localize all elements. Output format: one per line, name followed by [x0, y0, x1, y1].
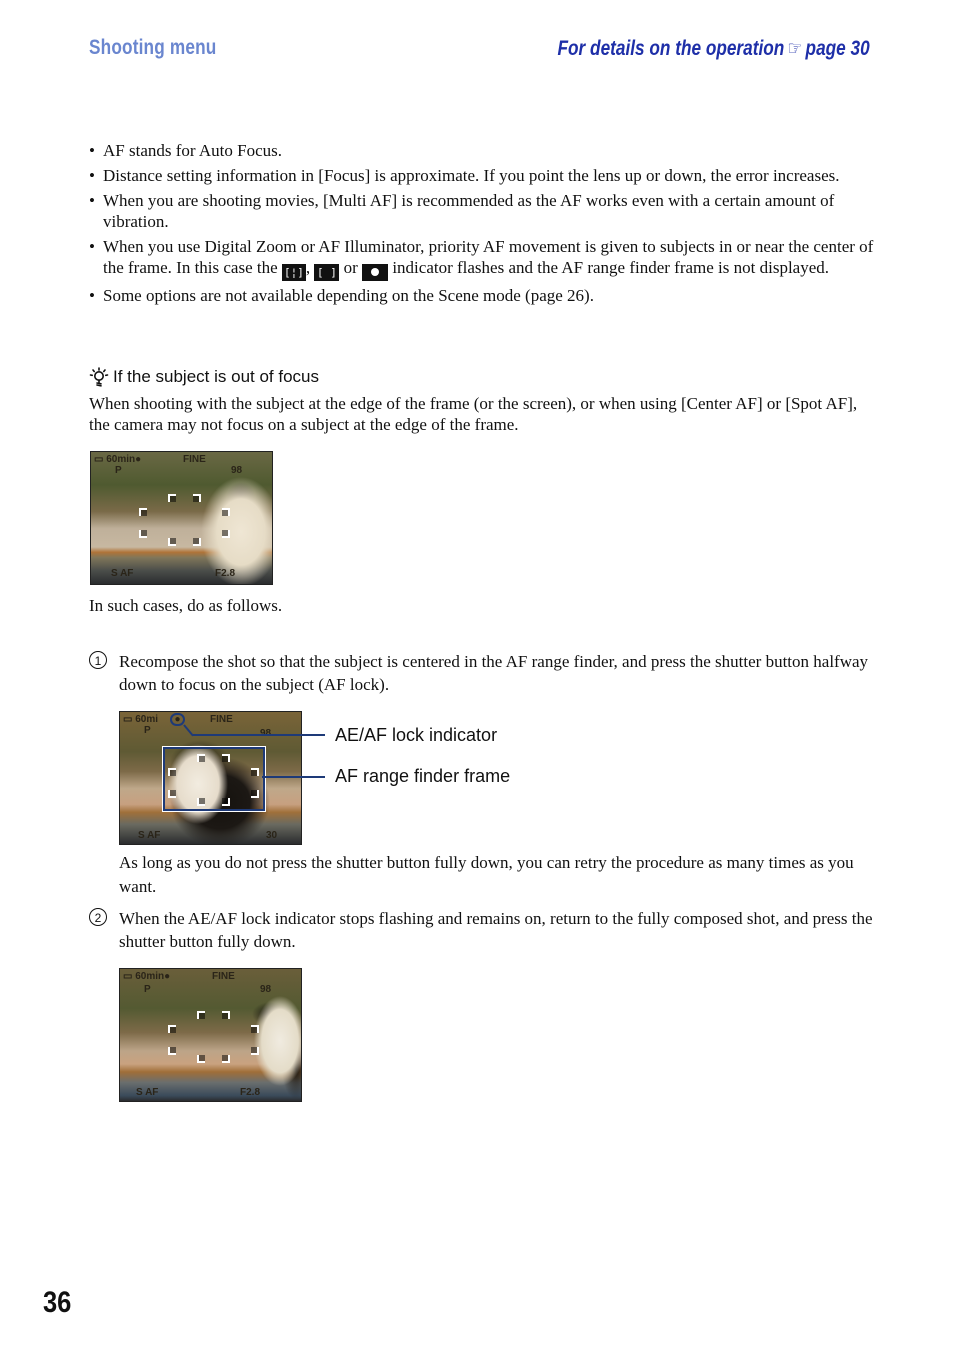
af-mode: S AF [138, 830, 161, 841]
lightbulb-hint-icon [89, 367, 109, 387]
aperture: F2.8 [240, 1087, 261, 1098]
callout-ae-af-lock-indicator: AE/AF lock indicator [335, 725, 498, 745]
tip-heading: If the subject is out of focus [89, 367, 319, 387]
bullet-icon: • [89, 191, 95, 210]
image-quality: FINE [183, 454, 206, 465]
reference-prefix: For details on the operation [557, 37, 785, 60]
note-item: • When you are shooting movies, [Multi AF… [89, 191, 835, 231]
tip-body: When shooting with the subject at the ed… [89, 394, 858, 434]
reference-page-link[interactable]: page 30 [806, 37, 870, 60]
af-mode: S AF [136, 1087, 159, 1098]
callout-af-range-finder-frame: AF range finder frame [335, 766, 511, 786]
step-number-badge: 2 [89, 908, 107, 926]
step-text: Recompose the shot so that the subject i… [119, 652, 869, 694]
bullet-icon: • [89, 141, 95, 160]
lcd-screen-out-of-focus: ▭ 60min● FINE P 98 S AF F2.8 [90, 451, 273, 585]
tip-title: If the subject is out of focus [113, 367, 320, 386]
step-number-badge: 1 [89, 651, 107, 669]
note-item: • AF stands for Auto Focus. [89, 141, 282, 160]
page-number: 36 [43, 1286, 72, 1319]
callout-leader-line [193, 734, 325, 736]
step-note: As long as you do not press the shutter … [119, 853, 854, 896]
bullet-icon: • [89, 166, 95, 185]
bullet-icon: • [89, 286, 95, 305]
step-2: 2 When the AE/AF lock indicator stops fl… [89, 907, 879, 953]
shutter-speed: 30 [266, 830, 278, 841]
note-item: • When you use Digital Zoom or AF Illumin… [89, 237, 874, 281]
note-item: • Distance setting information in [Focus]… [89, 166, 840, 185]
bullet-icon: • [89, 237, 95, 256]
note-item: • Some options are not available dependin… [89, 286, 594, 305]
battery-indicator: ▭ 60min● [123, 971, 171, 982]
remaining-count: 98 [231, 465, 243, 476]
af-range-finder-frame [162, 746, 266, 812]
shooting-mode: P [115, 465, 122, 476]
center-af-indicator-icon: [ ] [314, 264, 340, 281]
remaining-count: 98 [260, 984, 272, 995]
battery-indicator: ▭ 60mi [123, 714, 159, 725]
spot-af-indicator-icon [362, 264, 389, 281]
multi-af-indicator-icon: [¦] [281, 264, 306, 281]
instruction-lead: In such cases, do as follows. [89, 596, 283, 615]
af-mode: S AF [111, 568, 134, 579]
lcd-screen-recomposed: ▭ 60min● FINE P 98 S AF F2.8 [119, 968, 302, 1102]
image-quality: FINE [210, 714, 233, 725]
step-text: When the AE/AF lock indicator stops flas… [119, 909, 873, 951]
notes-list: • AF stands for Auto Focus. • Distance set… [89, 140, 879, 310]
shooting-mode: P [144, 984, 151, 995]
callout-leader-line [262, 776, 325, 778]
section-title: Shooting menu [89, 36, 217, 59]
ae-af-lock-indicator: ● [170, 713, 185, 726]
aperture: F2.8 [215, 568, 236, 579]
step-1: 1 Recompose the shot so that the subject… [89, 650, 879, 696]
page-reference[interactable]: For details on the operation ☞ page 30 [558, 36, 870, 61]
pointing-hand-icon: ☞ [787, 38, 803, 60]
image-quality: FINE [212, 971, 235, 982]
lcd-screen-af-lock: ▭ 60mi ● FINE P 98 S AF 30 [119, 711, 302, 845]
shooting-mode: P [144, 725, 151, 736]
battery-indicator: ▭ 60min● [94, 454, 142, 465]
